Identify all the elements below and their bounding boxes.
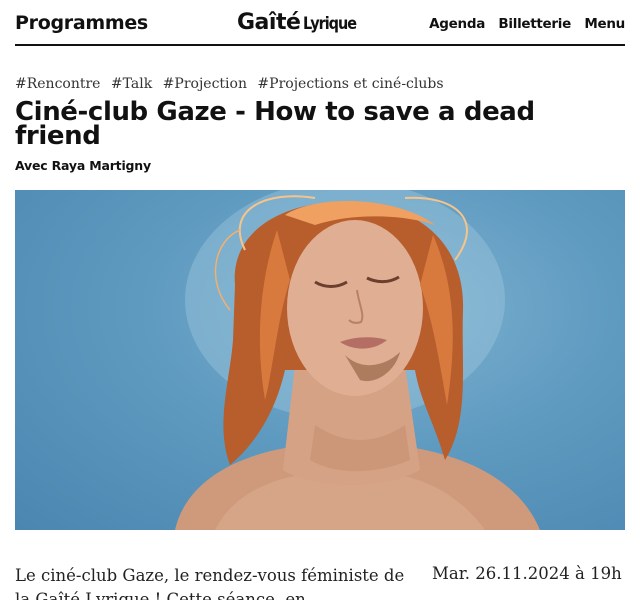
site-header: Programmes Gaîté Lyrique Agenda Billetter… [15, 0, 625, 46]
event-intro-text: Le ciné-club Gaze, le rendez-vous fémini… [15, 566, 405, 600]
portrait-illustration [175, 190, 540, 530]
tag-link[interactable]: #Rencontre [15, 76, 100, 92]
tag-link[interactable]: #Projections et ciné-clubs [257, 76, 443, 92]
event-hero-image [15, 190, 625, 530]
logo-main-text: Gaîté [237, 10, 301, 35]
nav-agenda-link[interactable]: Agenda [429, 16, 485, 32]
event-title: Ciné-club Gaze - How to save a dead frie… [15, 97, 535, 151]
tag-list: #Rencontre #Talk #Projection #Projection… [15, 76, 450, 92]
nav-programmes-link[interactable]: Programmes [15, 12, 148, 34]
nav-billetterie-link[interactable]: Billetterie [498, 16, 571, 32]
site-logo[interactable]: Gaîté Lyrique [237, 10, 366, 35]
event-date: Mar. 26.11.2024 à 19h [432, 564, 622, 583]
tag-link[interactable]: #Projection [163, 76, 247, 92]
event-subtitle: Avec Raya Martigny [15, 158, 151, 173]
nav-menu-button[interactable]: Menu [584, 16, 625, 32]
main-nav: Agenda Billetterie Menu [420, 16, 625, 32]
logo-sub-text: Lyrique [303, 14, 357, 34]
tag-link[interactable]: #Talk [111, 76, 152, 92]
